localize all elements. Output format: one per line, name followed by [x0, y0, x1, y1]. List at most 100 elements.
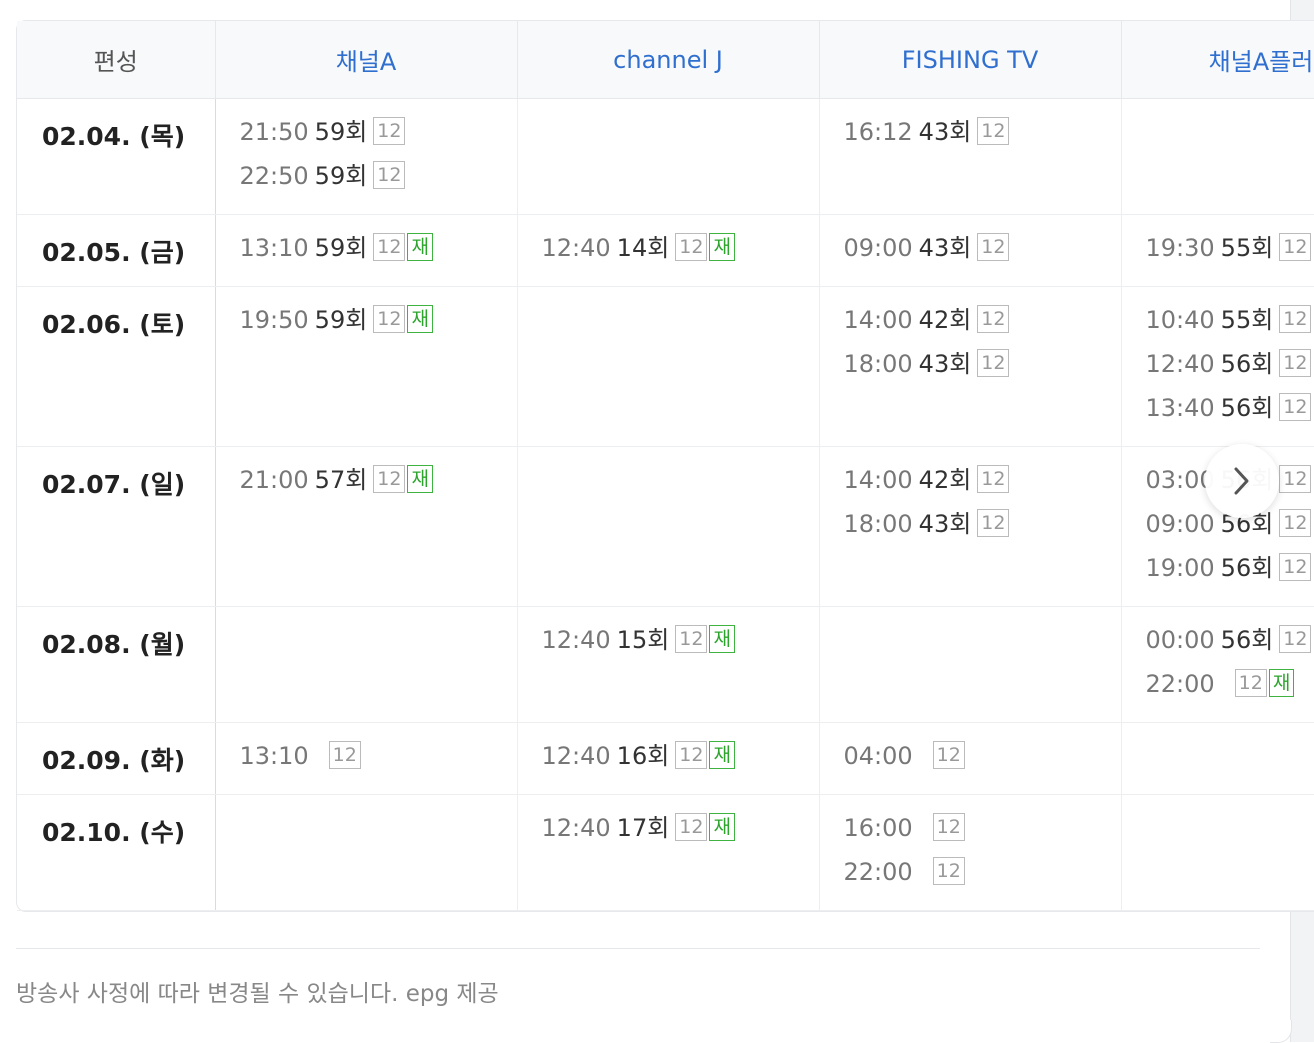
schedule-cell: 10:4055회1212:4056회1213:4056회12 — [1121, 287, 1314, 447]
broadcast-entry[interactable]: 18:0043회12 — [844, 509, 1121, 553]
broadcast-entry[interactable]: 22:0012재 — [1146, 669, 1314, 713]
age-rating-badge: 12 — [977, 465, 1009, 493]
channel-header[interactable]: 채널A플러스 — [1121, 21, 1314, 99]
age-rating-badge: 12 — [373, 305, 405, 333]
broadcast-entry[interactable]: 22:5059회12 — [240, 161, 517, 205]
schedule-cell: 14:0042회1218:0043회12 — [819, 287, 1121, 447]
air-time: 22:00 — [844, 858, 913, 886]
schedule-cell: 16:00 12 22:0012 — [819, 795, 1121, 911]
broadcast-entry[interactable]: 16:00 12 — [844, 813, 1121, 857]
episode-number: 59회 — [315, 306, 368, 334]
channel-header[interactable]: channel J — [517, 21, 819, 99]
age-rating-badge: 12 — [373, 161, 405, 189]
row-date: 02.10. (수) — [17, 795, 215, 911]
episode-number: 15회 — [617, 626, 670, 654]
age-rating-badge: 12 — [675, 813, 707, 841]
schedule-cell: 21:0057회12재 — [215, 447, 517, 607]
broadcast-entry[interactable]: 12:4015회12재 — [542, 625, 819, 669]
broadcast-entry[interactable]: 12:4016회12재 — [542, 741, 819, 785]
air-time: 21:00 — [240, 466, 309, 494]
age-rating-badge: 12 — [373, 233, 405, 261]
schedule-row: 02.10. (수)12:4017회12재16:001222:0012 — [17, 795, 1314, 911]
schedule-cell: 21:5059회1222:5059회12 — [215, 99, 517, 215]
footer-notice: 방송사 사정에 따라 변경될 수 있습니다. epg 제공 — [16, 974, 499, 1008]
air-time: 19:50 — [240, 306, 309, 334]
rerun-badge: 재 — [407, 465, 432, 493]
air-time: 18:00 — [844, 510, 913, 538]
corner-header: 편성 — [17, 21, 215, 99]
row-date: 02.08. (월) — [17, 607, 215, 723]
scroll-next-button[interactable] — [1205, 444, 1279, 518]
episode-number: 59회 — [315, 234, 368, 262]
air-time: 10:40 — [1146, 306, 1215, 334]
row-date: 02.04. (목) — [17, 99, 215, 215]
broadcast-entry[interactable]: 19:5059회12재 — [240, 305, 517, 349]
broadcast-entry[interactable]: 19:3055회12 — [1146, 233, 1314, 277]
broadcast-entry[interactable]: 12:4056회12 — [1146, 349, 1314, 393]
schedule-cell: 12:4014회12재 — [517, 215, 819, 287]
row-date: 02.07. (일) — [17, 447, 215, 607]
schedule-cell: 19:5059회12재 — [215, 287, 517, 447]
age-rating-badge: 12 — [373, 117, 405, 145]
rerun-badge: 재 — [709, 813, 734, 841]
broadcast-entry[interactable]: 12:4017회12재 — [542, 813, 819, 857]
broadcast-entry[interactable]: 13:1012 — [240, 741, 517, 785]
broadcast-entry[interactable]: 21:0057회12재 — [240, 465, 517, 509]
broadcast-entry[interactable]: 14:0042회12 — [844, 465, 1121, 509]
episode-number: 43회 — [919, 118, 972, 146]
schedule-cell — [819, 607, 1121, 723]
broadcast-entry[interactable]: 16:1243회12 — [844, 117, 1121, 161]
air-time: 12:40 — [542, 626, 611, 654]
age-rating-badge: 12 — [1279, 465, 1311, 493]
header-row: 편성 채널A channel J FISHING TV 채널A플러스 — [17, 21, 1314, 99]
broadcast-entry[interactable]: 00:0056회12 — [1146, 625, 1314, 669]
episode-number: 59회 — [315, 118, 368, 146]
schedule-scroll-area[interactable]: 편성 채널A channel J FISHING TV 채널A플러스 02.04… — [16, 20, 1314, 912]
broadcast-entry[interactable]: 09:0043회12 — [844, 233, 1121, 277]
broadcast-entry[interactable]: 13:4056회12 — [1146, 393, 1314, 437]
episode-number: 56회 — [1221, 394, 1274, 422]
schedule-cell — [1121, 99, 1314, 215]
episode-number: 17회 — [617, 814, 670, 842]
schedule-cell — [215, 607, 517, 723]
broadcast-entry[interactable]: 14:0042회12 — [844, 305, 1121, 349]
age-rating-badge: 12 — [1279, 349, 1311, 377]
age-rating-badge: 12 — [675, 741, 707, 769]
air-time: 13:40 — [1146, 394, 1215, 422]
schedule-row: 02.09. (화)13:101212:4016회12재04:0012 — [17, 723, 1314, 795]
schedule-cell: 16:1243회12 — [819, 99, 1121, 215]
schedule-row: 02.07. (일) 21:0057회12재 14:0042회1218:0043회1… — [17, 447, 1314, 607]
schedule-cell: 14:0042회1218:0043회12 — [819, 447, 1121, 607]
age-rating-badge: 12 — [373, 465, 405, 493]
episode-number: 42회 — [919, 466, 972, 494]
broadcast-entry[interactable]: 19:0056회12 — [1146, 553, 1314, 597]
broadcast-entry[interactable]: 13:1059회12재 — [240, 233, 517, 277]
episode-number: 56회 — [1221, 626, 1274, 654]
channel-header[interactable]: FISHING TV — [819, 21, 1121, 99]
age-rating-badge: 12 — [977, 233, 1009, 261]
air-time: 16:00 — [844, 814, 913, 842]
episode-number: 56회 — [1221, 350, 1274, 378]
age-rating-badge: 12 — [977, 349, 1009, 377]
age-rating-badge: 12 — [977, 509, 1009, 537]
broadcast-entry[interactable]: 10:4055회12 — [1146, 305, 1314, 349]
air-time: 12:40 — [542, 814, 611, 842]
schedule-cell: 04:0012 — [819, 723, 1121, 795]
air-time: 09:00 — [1146, 510, 1215, 538]
broadcast-entry[interactable]: 18:0043회12 — [844, 349, 1121, 393]
broadcast-entry[interactable]: 12:4014회12재 — [542, 233, 819, 277]
age-rating-badge: 12 — [933, 813, 965, 841]
air-time: 14:00 — [844, 306, 913, 334]
schedule-table: 편성 채널A channel J FISHING TV 채널A플러스 02.04… — [17, 21, 1314, 911]
age-rating-badge: 12 — [675, 625, 707, 653]
air-time: 12:40 — [542, 742, 611, 770]
broadcast-entry[interactable]: 21:5059회12 — [240, 117, 517, 161]
row-date: 02.06. (토) — [17, 287, 215, 447]
broadcast-entry[interactable]: 22:0012 — [844, 857, 1121, 901]
episode-number: 55회 — [1221, 234, 1274, 262]
age-rating-badge: 12 — [1279, 305, 1311, 333]
broadcast-entry[interactable]: 04:0012 — [844, 741, 1121, 785]
channel-header[interactable]: 채널A — [215, 21, 517, 99]
air-time: 19:00 — [1146, 554, 1215, 582]
air-time: 04:00 — [844, 742, 913, 770]
